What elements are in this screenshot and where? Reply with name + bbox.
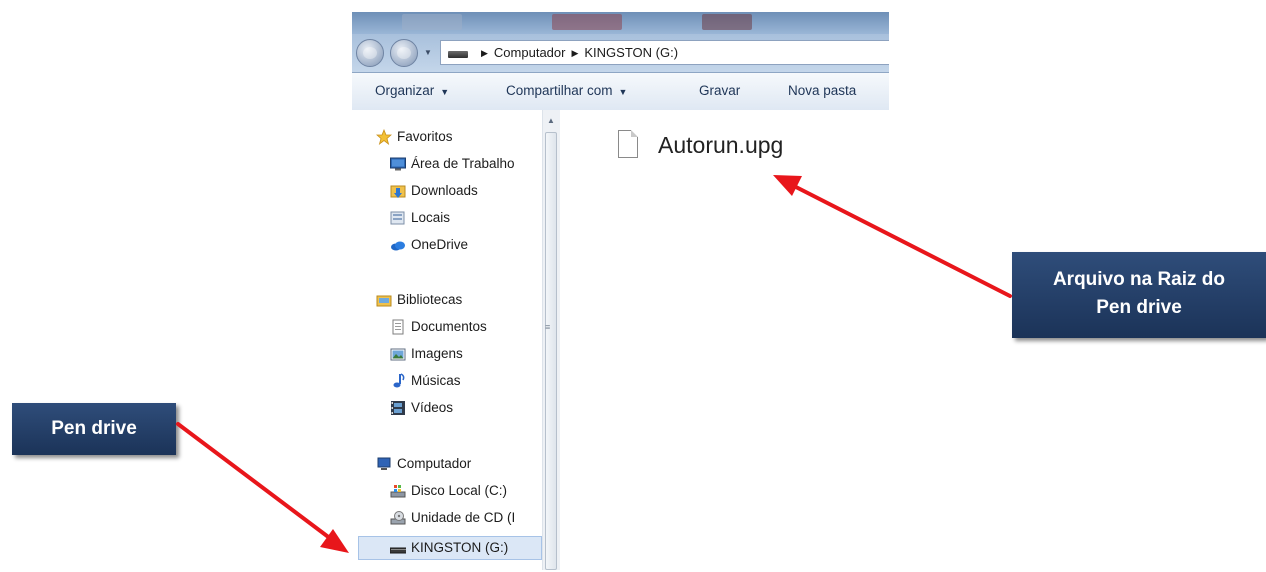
nav-label: Vídeos bbox=[411, 400, 454, 415]
cd-drive-icon bbox=[390, 511, 406, 525]
command-bar: Organizar ▼ Compartilhar com ▼ Gravar Nova… bbox=[352, 73, 889, 111]
pictures-icon bbox=[390, 348, 406, 361]
nav-label: Imagens bbox=[411, 346, 463, 361]
nav-label: Computador bbox=[397, 456, 472, 471]
share-label: Compartilhar com bbox=[506, 83, 613, 98]
nav-label: Área de Trabalho bbox=[411, 156, 515, 171]
burn-button[interactable]: Gravar bbox=[699, 83, 740, 98]
desktop-icon bbox=[390, 157, 406, 171]
explorer-window: ▼ ▶ Computador ▶ KINGSTON (G:) Organizar ▼ C… bbox=[352, 12, 889, 570]
nav-label: Disco Local (C:) bbox=[411, 483, 508, 498]
star-icon bbox=[376, 129, 392, 145]
nav-label: Músicas bbox=[411, 373, 461, 388]
nav-label: Downloads bbox=[411, 183, 478, 198]
libraries-icon bbox=[376, 295, 392, 307]
navigation-pane: Favoritos Área de Trabalho Downloads Loc… bbox=[352, 110, 560, 570]
cloud-icon bbox=[391, 241, 405, 251]
hard-disk-icon bbox=[390, 485, 406, 498]
drive-icon bbox=[448, 51, 468, 58]
nav-label: Unidade de CD (I bbox=[411, 510, 516, 525]
recent-pages-dropdown-icon[interactable]: ▼ bbox=[424, 48, 432, 57]
file-name: Autorun.upg bbox=[658, 132, 784, 158]
nav-label: Bibliotecas bbox=[397, 292, 463, 307]
chevron-right-icon[interactable]: ▶ bbox=[571, 48, 578, 58]
music-note-icon bbox=[393, 373, 405, 388]
nav-label: Favoritos bbox=[397, 129, 453, 144]
scrollbar-thumb[interactable] bbox=[545, 132, 557, 570]
pen-drive-callout: Pen drive bbox=[12, 403, 176, 455]
downloads-folder-icon bbox=[390, 185, 406, 198]
document-icon bbox=[392, 319, 404, 335]
file-list-pane: Autorun.upg bbox=[560, 110, 889, 570]
usb-drive-icon bbox=[390, 547, 406, 554]
forward-button[interactable] bbox=[390, 39, 418, 67]
root-file-callout-line2: Pen drive bbox=[1096, 297, 1182, 318]
breadcrumb: ▶ Computador ▶ KINGSTON (G:) bbox=[475, 45, 678, 60]
blank-file-icon bbox=[618, 130, 638, 158]
nav-label: KINGSTON (G:) bbox=[411, 540, 509, 555]
chevron-down-icon: ▼ bbox=[440, 87, 450, 97]
navigation-scrollbar[interactable]: ▲ ≡ bbox=[542, 110, 560, 570]
address-bar-area: ▼ ▶ Computador ▶ KINGSTON (G:) bbox=[352, 34, 889, 73]
film-icon bbox=[391, 401, 405, 415]
nav-label: Locais bbox=[411, 210, 451, 225]
nav-label: OneDrive bbox=[411, 237, 469, 252]
organize-label: Organizar bbox=[375, 83, 435, 98]
back-button[interactable] bbox=[356, 39, 384, 67]
pen-drive-callout-text: Pen drive bbox=[51, 418, 137, 439]
computer-icon bbox=[377, 457, 391, 470]
scroll-grip-icon: ≡ bbox=[545, 322, 551, 332]
chevron-right-icon[interactable]: ▶ bbox=[481, 48, 488, 58]
scroll-up-arrow-icon[interactable]: ▲ bbox=[547, 116, 555, 125]
address-box[interactable]: ▶ Computador ▶ KINGSTON (G:) bbox=[440, 40, 889, 65]
breadcrumb-computer[interactable]: Computador bbox=[494, 45, 566, 60]
root-file-callout-line1: Arquivo na Raiz do bbox=[1052, 269, 1226, 290]
nav-label: Documentos bbox=[411, 319, 487, 334]
recent-places-icon bbox=[390, 211, 405, 225]
share-with-button[interactable]: Compartilhar com ▼ bbox=[506, 83, 627, 98]
organize-button[interactable]: Organizar ▼ bbox=[375, 83, 449, 98]
arrow-to-usb-drive bbox=[176, 422, 349, 553]
new-folder-button[interactable]: Nova pasta bbox=[788, 83, 856, 98]
chevron-down-icon: ▼ bbox=[618, 87, 628, 97]
window-title-strip bbox=[352, 12, 889, 34]
root-file-callout: Arquivo na Raiz do Pen drive bbox=[1012, 252, 1266, 338]
breadcrumb-kingston[interactable]: KINGSTON (G:) bbox=[584, 45, 678, 60]
